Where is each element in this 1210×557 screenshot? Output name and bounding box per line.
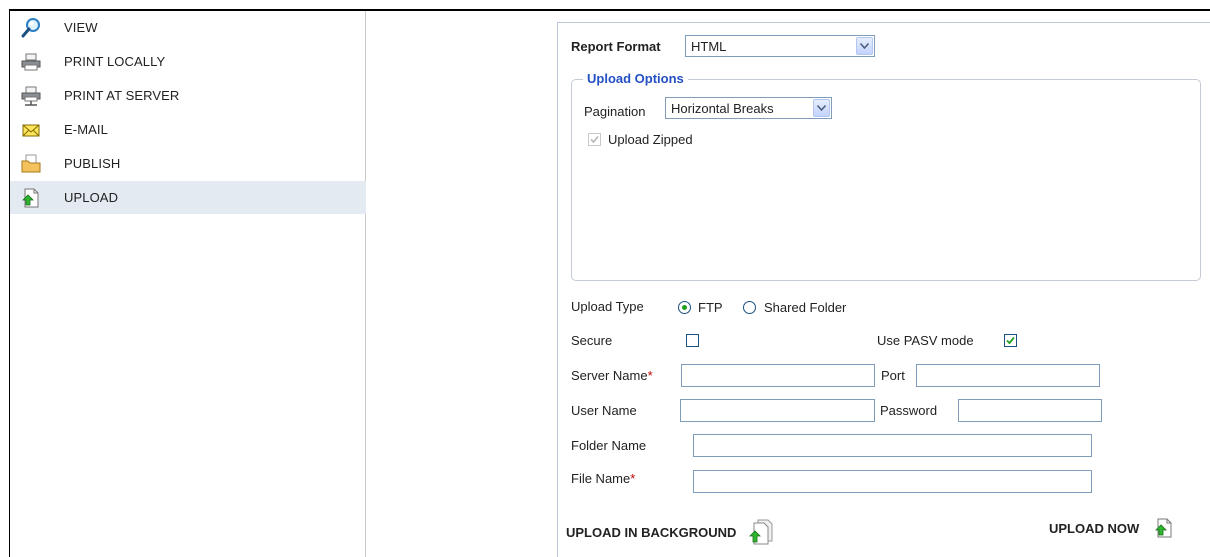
sidebar-item-upload[interactable]: UPLOAD <box>10 181 366 214</box>
server-name-field[interactable] <box>681 364 875 387</box>
upload-now-label: UPLOAD NOW <box>1049 520 1140 536</box>
sidebar-item-label: UPLOAD <box>64 190 119 205</box>
upload-zipped-checkbox[interactable] <box>588 133 601 146</box>
report-format-select[interactable]: HTML <box>685 35 875 57</box>
shared-folder-radio[interactable] <box>743 301 756 314</box>
password-label: Password <box>880 403 938 418</box>
upload-options-legend: Upload Options <box>583 71 688 86</box>
sidebar-item-email[interactable]: E-MAIL <box>10 113 366 146</box>
sidebar-item-print-locally[interactable]: PRINT LOCALLY <box>10 45 366 78</box>
server-name-text: Server Name <box>571 368 648 383</box>
upload-icon <box>1153 517 1175 539</box>
folder-name-label: Folder Name <box>571 438 647 453</box>
sidebar-item-label: E-MAIL <box>64 122 108 137</box>
pagination-label: Pagination <box>584 104 646 119</box>
chevron-down-icon <box>856 37 873 55</box>
server-printer-icon <box>20 85 42 107</box>
magnifier-icon <box>20 17 42 39</box>
radio-selected-dot <box>682 305 687 310</box>
secure-checkbox[interactable] <box>686 334 699 347</box>
file-name-text: File Name <box>571 471 631 486</box>
chevron-down-icon <box>813 99 830 117</box>
printer-icon <box>20 51 42 73</box>
folder-name-field[interactable] <box>693 434 1092 457</box>
file-name-field[interactable] <box>693 470 1092 493</box>
file-name-label: File Name* <box>571 471 635 486</box>
user-name-label: User Name <box>571 403 637 418</box>
sidebar-item-view[interactable]: VIEW <box>10 11 366 44</box>
checkmark-icon <box>1006 336 1015 345</box>
sidebar-item-label: PUBLISH <box>64 156 121 171</box>
password-field[interactable] <box>958 399 1102 422</box>
pasv-label: Use PASV mode <box>877 333 974 348</box>
port-label: Port <box>881 368 905 383</box>
ftp-radio-label: FTP <box>698 300 723 315</box>
upload-zipped-label: Upload Zipped <box>608 132 693 147</box>
sidebar-item-label: PRINT AT SERVER <box>64 88 180 103</box>
user-name-field[interactable] <box>680 399 875 422</box>
sidebar-item-publish[interactable]: PUBLISH <box>10 147 366 180</box>
envelope-icon <box>20 119 42 141</box>
pasv-checkbox[interactable] <box>1004 334 1017 347</box>
sidebar-item-label: VIEW <box>64 20 98 35</box>
ftp-radio[interactable] <box>678 301 691 314</box>
sidebar-item-label: PRINT LOCALLY <box>64 54 166 69</box>
report-format-value: HTML <box>691 38 727 54</box>
required-marker: * <box>647 368 653 383</box>
server-name-label: Server Name* <box>571 368 653 383</box>
upload-type-label: Upload Type <box>571 299 644 314</box>
upload-in-background-button[interactable]: UPLOAD IN BACKGROUND <box>566 517 776 547</box>
upload-icon <box>20 187 42 209</box>
shared-folder-radio-label: Shared Folder <box>764 300 847 315</box>
secure-label: Secure <box>571 333 613 348</box>
upload-in-background-label: UPLOAD IN BACKGROUND <box>566 524 737 540</box>
folder-icon <box>20 153 42 175</box>
sidebar-item-print-at-server[interactable]: PRINT AT SERVER <box>10 79 366 112</box>
sidebar: VIEW PRINT LOCALLY PRINT AT SERVER E-MAI… <box>10 11 366 557</box>
port-field[interactable] <box>916 364 1100 387</box>
upload-now-button[interactable]: UPLOAD NOW <box>1049 517 1175 539</box>
pagination-select[interactable]: Horizontal Breaks <box>665 97 832 119</box>
report-format-label: Report Format <box>571 39 661 54</box>
checkmark-icon <box>590 135 599 144</box>
upload-background-icon <box>746 517 776 547</box>
pagination-value: Horizontal Breaks <box>671 100 774 116</box>
required-marker: * <box>630 471 636 486</box>
